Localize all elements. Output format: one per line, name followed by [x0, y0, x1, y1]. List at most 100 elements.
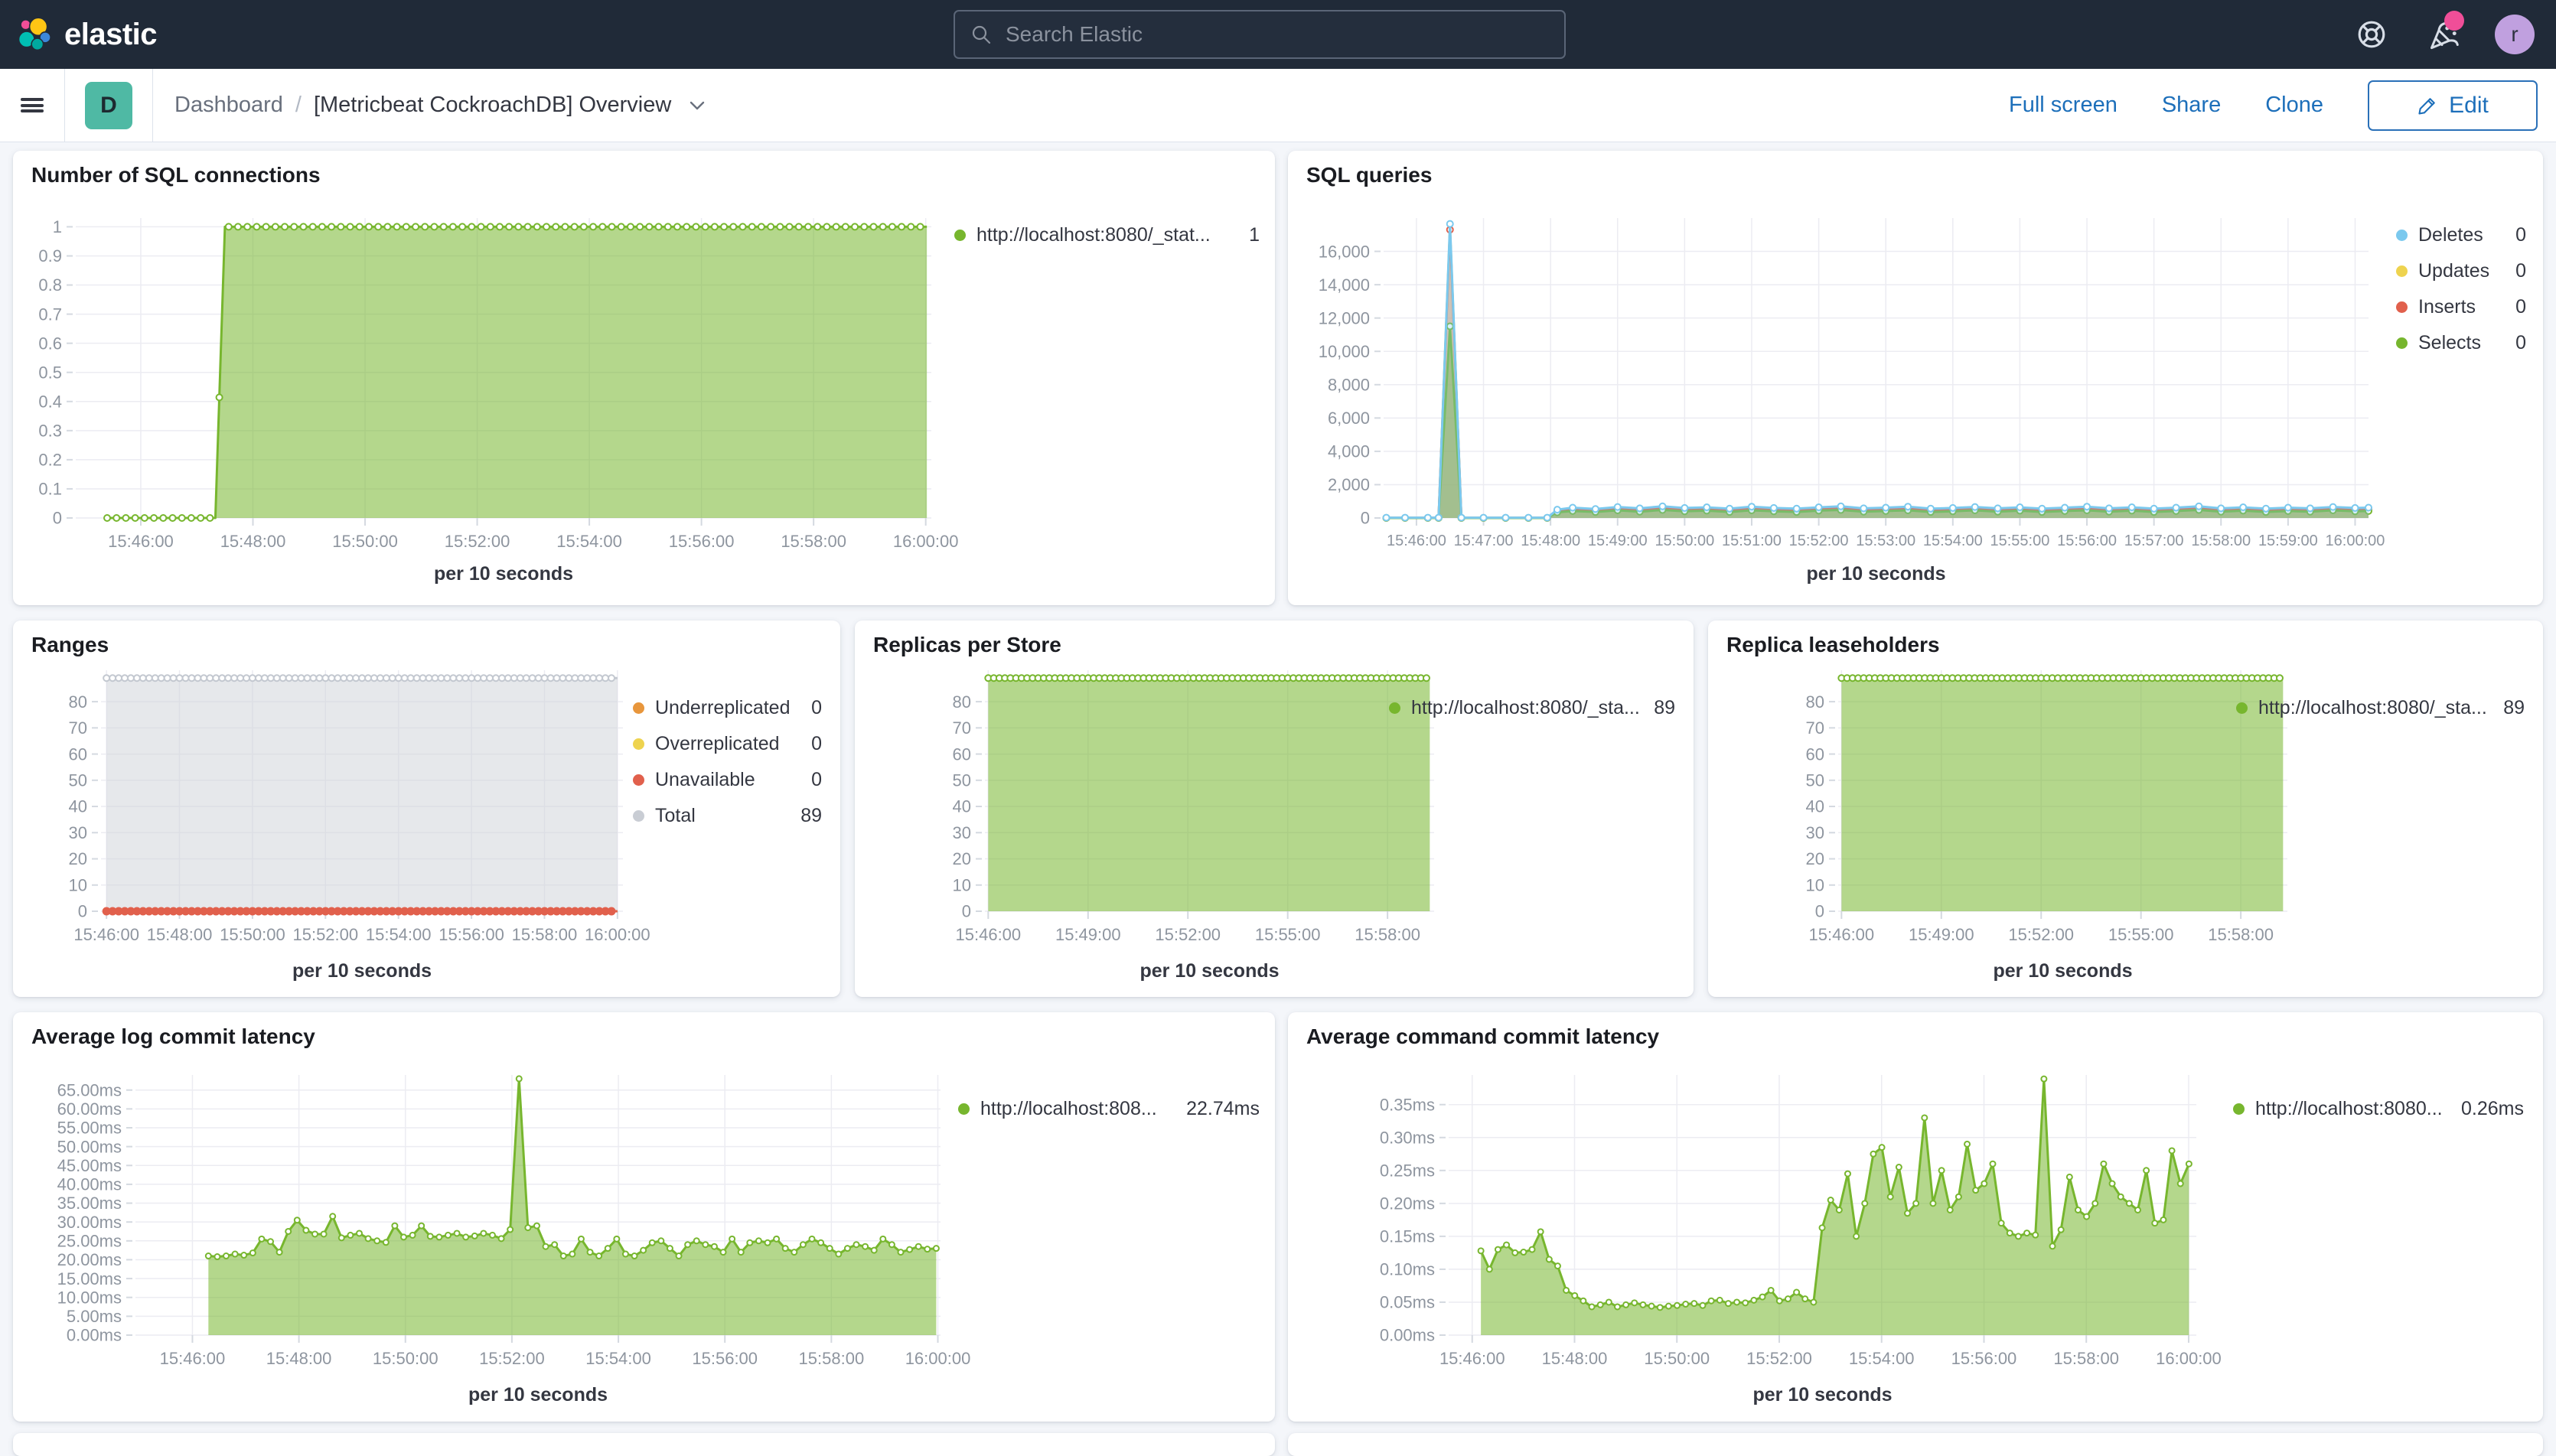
svg-text:60: 60 [1806, 744, 1824, 764]
svg-text:15:54:00: 15:54:00 [1849, 1349, 1915, 1368]
svg-text:per 10 seconds: per 10 seconds [1139, 960, 1279, 982]
chart-command-commit-latency[interactable]: 0.00ms0.05ms0.10ms0.15ms0.20ms0.25ms0.30… [1307, 1067, 2202, 1412]
svg-text:40.00ms: 40.00ms [57, 1175, 122, 1194]
legend-item[interactable]: http://localhost:8080/_sta... 89 [1389, 697, 1675, 719]
svg-text:15:58:00: 15:58:00 [781, 532, 846, 551]
legend-item[interactable]: http://localhost:8080/_stat... 1 [954, 224, 1260, 246]
legend-label: http://localhost:8080/_sta... [2258, 697, 2487, 719]
chart-sql-queries[interactable]: 02,0004,0006,0008,00010,00012,00014,0001… [1307, 204, 2375, 591]
svg-text:15:50:00: 15:50:00 [1644, 1349, 1710, 1368]
svg-text:0.10ms: 0.10ms [1380, 1260, 1435, 1279]
chart-log-commit-latency[interactable]: 0.00ms5.00ms10.00ms15.00ms20.00ms25.00ms… [28, 1067, 947, 1412]
search-icon [970, 24, 992, 45]
legend-value: 1 [1249, 224, 1260, 246]
legend-item[interactable]: http://localhost:808... 22.74ms [958, 1098, 1260, 1120]
legend-item[interactable]: http://localhost:8080/_sta... 89 [2236, 697, 2525, 719]
svg-text:30.00ms: 30.00ms [57, 1213, 122, 1232]
legend-value: 89 [1654, 697, 1675, 719]
help-icon[interactable] [2354, 17, 2389, 52]
global-search[interactable] [954, 10, 1566, 59]
chevron-down-icon[interactable] [688, 99, 706, 112]
share-button[interactable]: Share [2162, 93, 2221, 118]
legend-item[interactable]: Unavailable 0 [633, 769, 822, 791]
panel-title[interactable]: Replica leaseholders [1726, 633, 1940, 657]
legend-dot [1389, 702, 1400, 714]
chart-replica-leaseholders[interactable]: 0102030405060708015:46:0015:49:0015:52:0… [1796, 663, 2294, 988]
chart-sql-connections[interactable]: 00.10.20.30.40.50.60.70.80.9115:46:0015:… [28, 204, 939, 591]
svg-text:14,000: 14,000 [1319, 275, 1370, 295]
svg-text:0.15ms: 0.15ms [1380, 1227, 1435, 1246]
svg-text:0.2: 0.2 [38, 451, 62, 470]
edit-button[interactable]: Edit [2368, 80, 2538, 131]
svg-text:6,000: 6,000 [1328, 409, 1370, 428]
svg-text:15.00ms: 15.00ms [57, 1269, 122, 1288]
panel-title[interactable]: SQL queries [1306, 163, 1432, 187]
svg-text:16:00:00: 16:00:00 [2156, 1349, 2222, 1368]
chart-replicas-per-store[interactable]: 0102030405060708015:46:0015:49:0015:52:0… [943, 663, 1440, 988]
svg-text:15:52:00: 15:52:00 [292, 925, 358, 944]
chart-ranges[interactable]: 0102030405060708015:46:0015:48:0015:50:0… [59, 663, 629, 988]
svg-text:2,000: 2,000 [1328, 475, 1370, 494]
svg-text:16,000: 16,000 [1319, 242, 1370, 261]
dashboard-grid: Number of SQL connections 00.10.20.30.40… [0, 143, 2556, 1437]
legend-value: 0 [2515, 332, 2526, 354]
panel-log-commit-latency: Average log commit latency 0.00ms5.00ms1… [13, 1012, 1275, 1422]
legend-label: Selects [2418, 332, 2481, 354]
legend-item[interactable]: Underreplicated 0 [633, 697, 822, 719]
panel-sql-queries: SQL queries 02,0004,0006,0008,00010,0001… [1288, 151, 2543, 605]
news-icon[interactable] [2424, 17, 2460, 52]
clone-button[interactable]: Clone [2265, 93, 2323, 118]
breadcrumb-dashboard[interactable]: Dashboard [174, 93, 283, 118]
svg-text:15:48:00: 15:48:00 [1542, 1349, 1608, 1368]
panel-title[interactable]: Replicas per Store [873, 633, 1061, 657]
svg-text:15:46:00: 15:46:00 [1387, 533, 1446, 549]
breadcrumb-separator: / [295, 93, 302, 118]
svg-text:15:53:00: 15:53:00 [1856, 533, 1915, 549]
svg-text:10: 10 [953, 875, 971, 894]
svg-text:15:58:00: 15:58:00 [1355, 925, 1420, 944]
svg-text:15:58:00: 15:58:00 [799, 1349, 865, 1368]
legend-item[interactable]: Overreplicated 0 [633, 733, 822, 755]
svg-text:15:49:00: 15:49:00 [1588, 533, 1648, 549]
svg-text:0.3: 0.3 [38, 422, 62, 441]
svg-text:15:56:00: 15:56:00 [669, 532, 735, 551]
legend-dot [2396, 301, 2408, 313]
svg-text:70: 70 [953, 718, 971, 738]
legend-label: Unavailable [655, 769, 755, 791]
svg-text:0: 0 [1815, 902, 1824, 921]
panel-replica-leaseholders: Replica leaseholders 0102030405060708015… [1708, 621, 2543, 997]
legend-item[interactable]: Updates 0 [2396, 260, 2526, 282]
panel-title[interactable]: Number of SQL connections [31, 163, 321, 187]
svg-text:80: 80 [953, 692, 971, 712]
svg-text:20: 20 [1806, 849, 1824, 868]
pencil-icon [2417, 95, 2438, 116]
legend-item[interactable]: Total 89 [633, 805, 822, 827]
svg-text:0.35ms: 0.35ms [1380, 1095, 1435, 1114]
svg-text:per 10 seconds: per 10 seconds [434, 563, 573, 585]
panel-title[interactable]: Average command commit latency [1306, 1024, 1659, 1049]
elastic-logo[interactable]: elastic [0, 17, 157, 52]
svg-text:60.00ms: 60.00ms [57, 1099, 122, 1119]
panel-title[interactable]: Ranges [31, 633, 109, 657]
legend-item[interactable]: Selects 0 [2396, 332, 2526, 354]
svg-text:15:46:00: 15:46:00 [73, 925, 139, 944]
panel-replicas-per-store: Replicas per Store 0102030405060708015:4… [855, 621, 1694, 997]
legend: Deletes 0 Updates 0 Inserts 0 Selects 0 [2396, 224, 2526, 368]
panel-title[interactable]: Average log commit latency [31, 1024, 315, 1049]
legend-label: Underreplicated [655, 697, 791, 719]
menu-icon[interactable] [0, 69, 64, 142]
svg-text:15:56:00: 15:56:00 [438, 925, 504, 944]
svg-text:0.25ms: 0.25ms [1380, 1161, 1435, 1181]
svg-text:15:56:00: 15:56:00 [1951, 1349, 2017, 1368]
avatar[interactable]: r [2495, 15, 2535, 54]
legend-item[interactable]: Inserts 0 [2396, 296, 2526, 318]
search-input[interactable] [1004, 21, 1549, 47]
dashboard-app-icon[interactable]: D [85, 82, 132, 129]
legend-item[interactable]: http://localhost:8080... 0.26ms [2233, 1098, 2524, 1120]
breadcrumb: Dashboard / [Metricbeat CockroachDB] Ove… [174, 93, 706, 118]
svg-text:70: 70 [1806, 718, 1824, 738]
full-screen-button[interactable]: Full screen [2009, 93, 2118, 118]
svg-text:12,000: 12,000 [1319, 308, 1370, 327]
svg-text:1: 1 [53, 217, 62, 236]
legend-item[interactable]: Deletes 0 [2396, 224, 2526, 246]
